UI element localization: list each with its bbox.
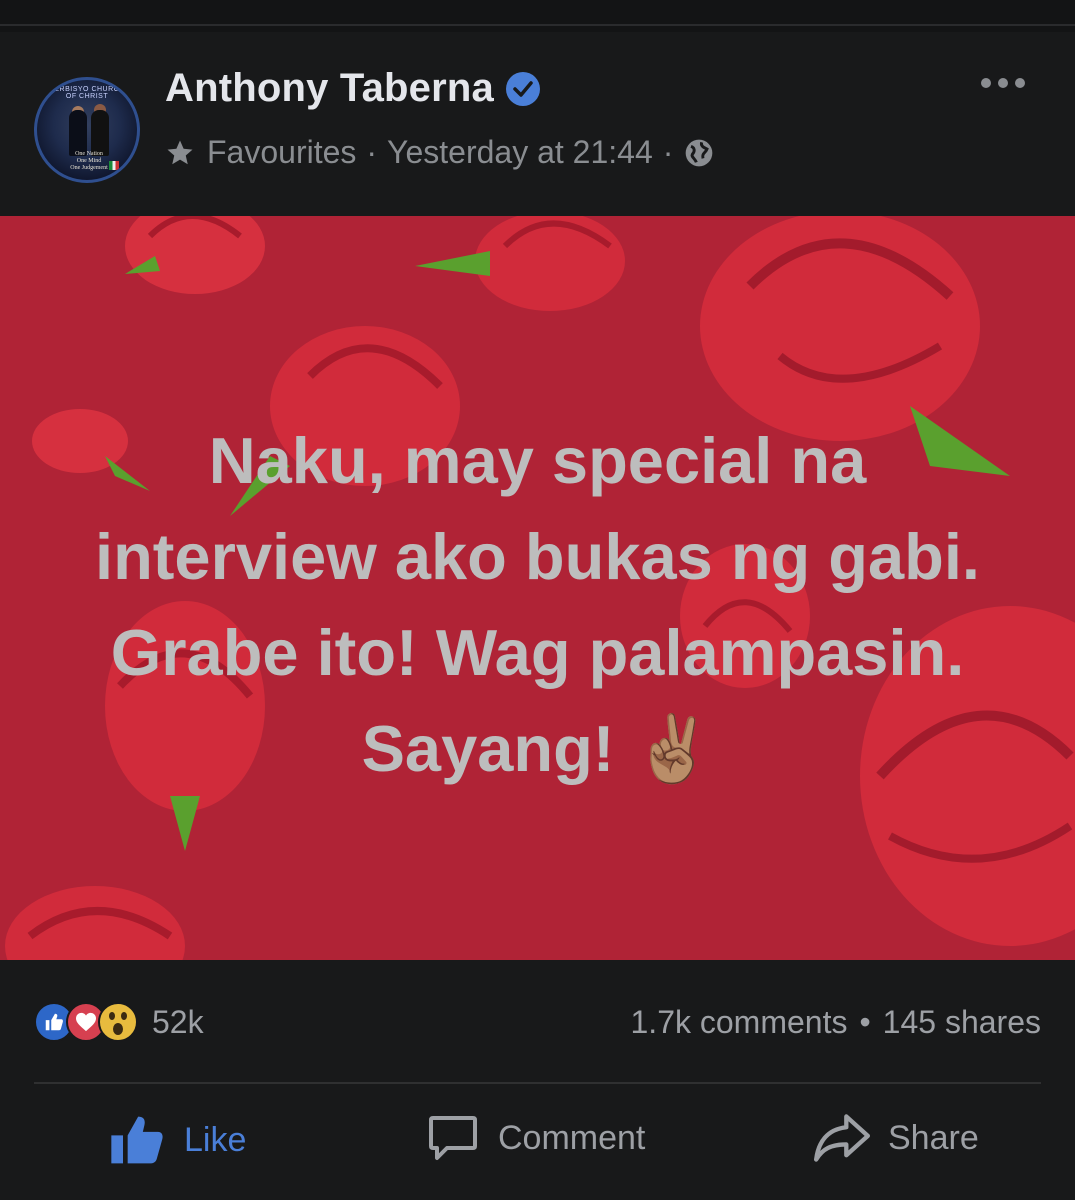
post-stats: 52k 1.7k comments • 145 shares bbox=[0, 960, 1075, 1082]
author-row: Anthony Taberna bbox=[165, 66, 540, 111]
thumbs-up-icon bbox=[111, 1116, 163, 1164]
counts-separator: • bbox=[859, 1004, 871, 1040]
actions-divider bbox=[34, 1082, 1041, 1084]
wow-reaction-icon bbox=[98, 1002, 138, 1042]
avatar[interactable]: SERBISYO CHURCH OF CHRIST One Nation One… bbox=[34, 77, 140, 183]
post-text: Naku, may special na interview ako bukas… bbox=[95, 424, 980, 785]
comment-icon bbox=[429, 1116, 477, 1160]
top-divider bbox=[0, 24, 1075, 26]
rose-decoration bbox=[415, 216, 625, 311]
rose-decoration bbox=[125, 216, 265, 294]
avatar-figure-2 bbox=[91, 110, 109, 156]
like-button[interactable]: Like bbox=[108, 1112, 246, 1168]
reactions-count: 52k bbox=[152, 1003, 204, 1040]
star-icon bbox=[167, 140, 193, 164]
flag-icon bbox=[109, 161, 119, 170]
share-label: Share bbox=[888, 1118, 979, 1157]
share-icon bbox=[814, 1114, 870, 1162]
share-button[interactable]: Share bbox=[814, 1112, 979, 1164]
post-image[interactable]: Naku, may special na interview ako bukas… bbox=[0, 216, 1075, 960]
avatar-motto-line: One Nation bbox=[75, 151, 103, 157]
post-actions: Like Comment Share bbox=[0, 1090, 1075, 1200]
audience-label[interactable]: Favourites bbox=[207, 134, 356, 171]
comments-count[interactable]: 1.7k comments bbox=[631, 1004, 848, 1041]
reactions-summary[interactable]: 52k bbox=[34, 1002, 204, 1042]
engagement-counts: 1.7k comments • 145 shares bbox=[631, 1004, 1042, 1041]
meta-separator: · bbox=[366, 134, 378, 170]
post-timestamp[interactable]: Yesterday at 21:44 bbox=[387, 134, 653, 171]
shares-count[interactable]: 145 shares bbox=[883, 1004, 1041, 1041]
globe-icon bbox=[686, 139, 713, 166]
comment-label: Comment bbox=[498, 1118, 646, 1157]
comment-button[interactable]: Comment bbox=[426, 1112, 645, 1164]
rose-decoration bbox=[5, 886, 185, 960]
post-meta: Favourites · Yesterday at 21:44 · bbox=[165, 134, 715, 171]
avatar-ring-text: SERBISYO CHURCH OF CHRIST bbox=[49, 86, 125, 100]
like-label: Like bbox=[184, 1120, 247, 1159]
top-bar bbox=[0, 0, 1075, 32]
avatar-figure-1 bbox=[69, 110, 87, 156]
more-options-icon[interactable] bbox=[981, 78, 1025, 88]
meta-separator: · bbox=[662, 134, 674, 170]
author-name[interactable]: Anthony Taberna bbox=[165, 66, 494, 111]
verified-badge-icon bbox=[505, 71, 540, 106]
post-header: SERBISYO CHURCH OF CHRIST One Nation One… bbox=[0, 32, 1075, 216]
